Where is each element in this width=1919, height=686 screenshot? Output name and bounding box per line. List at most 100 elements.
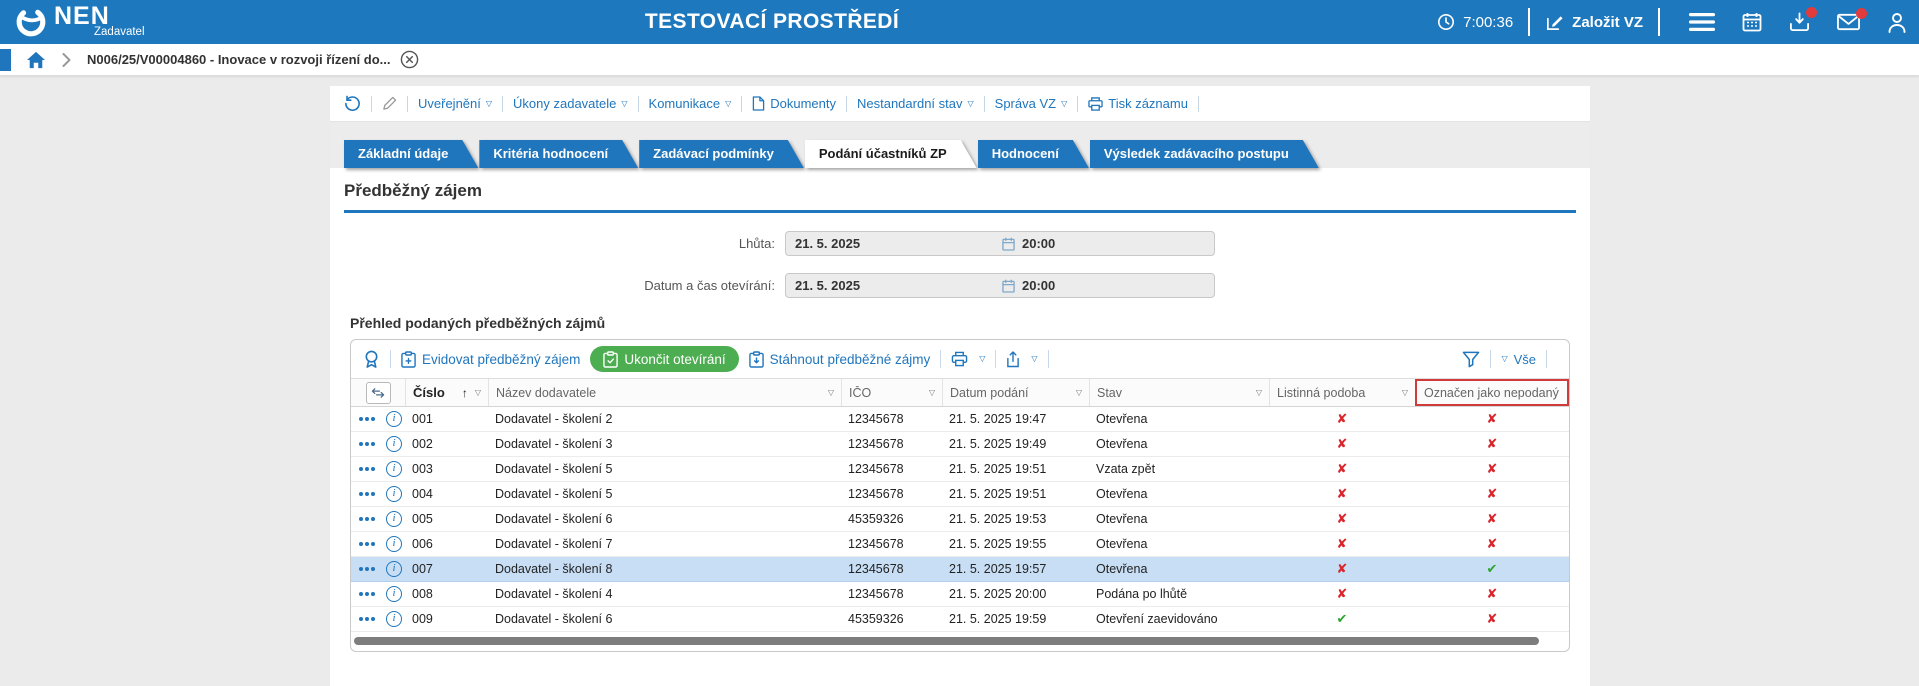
field-label: Datum a čas otevírání:	[644, 278, 775, 293]
table-row[interactable]: i 009 Dodavatel - školení 6 45359326 21.…	[351, 607, 1569, 632]
column-header[interactable]: IČO ▽	[841, 379, 942, 406]
nen-logo[interactable]: NEN Zadavatel	[14, 4, 145, 39]
cell-nazev-dodavatele: Dodavatel - školení 5	[495, 487, 613, 501]
left-edge-marker	[0, 49, 11, 71]
table-row[interactable]: i 001 Dodavatel - školení 2 12345678 21.…	[351, 407, 1569, 432]
tab[interactable]: Kritéria hodnocení	[479, 140, 638, 168]
column-header[interactable]: Číslo ↑ ▽	[405, 379, 488, 406]
actionbar-item-label: Tisk záznamu	[1108, 96, 1188, 111]
actionbar-item[interactable]: Správa VZ ▽	[995, 96, 1068, 111]
info-icon[interactable]: i	[386, 611, 402, 627]
table-row[interactable]: i 005 Dodavatel - školení 6 45359326 21.…	[351, 507, 1569, 532]
column-header-label: Stav	[1097, 385, 1123, 400]
tab[interactable]: Hodnocení	[978, 140, 1089, 168]
table-row[interactable]: i 004 Dodavatel - školení 5 12345678 21.…	[351, 482, 1569, 507]
filter-chevron-icon[interactable]: ▽	[828, 388, 834, 397]
actionbar-separator	[502, 95, 504, 112]
actionbar-item[interactable]: Uveřejnění ▽	[418, 96, 492, 111]
messages-button[interactable]	[1837, 8, 1867, 31]
print-menu-button[interactable]: ▽	[951, 351, 985, 367]
export-menu-button[interactable]: ▽	[1006, 350, 1038, 368]
row-menu-button[interactable]	[359, 517, 377, 521]
printer-icon	[1088, 96, 1103, 111]
info-icon[interactable]: i	[386, 461, 402, 477]
table-row[interactable]: i 003 Dodavatel - školení 5 12345678 21.…	[351, 457, 1569, 482]
funnel-icon	[1463, 351, 1480, 367]
actionbar-item[interactable]: Úkony zadavatele ▽	[513, 96, 628, 111]
column-header[interactable]: Stav ▽	[1089, 379, 1269, 406]
column-settings-button[interactable]	[365, 381, 391, 404]
datetime-field[interactable]: 21. 5. 2025 20:00	[785, 231, 1215, 256]
column-header[interactable]: Datum podání ▽	[942, 379, 1089, 406]
column-header[interactable]: Listinná podoba ▽	[1269, 379, 1415, 406]
download-interests-button[interactable]: Stáhnout předběžné zájmy	[748, 350, 930, 368]
filter-chevron-icon[interactable]: ▽	[929, 388, 935, 397]
create-vz-button[interactable]: Založit VZ	[1545, 13, 1643, 32]
column-header[interactable]: Označen jako nepodaný	[1415, 379, 1569, 406]
info-icon[interactable]: i	[386, 486, 402, 502]
cell-stav: Podána po lhůtě	[1096, 587, 1188, 601]
actionbar-item[interactable]: Tisk záznamu	[1088, 96, 1188, 111]
finish-opening-button[interactable]: Ukončit otevírání	[590, 346, 739, 372]
create-vz-label: Založit VZ	[1572, 13, 1643, 31]
close-record-button[interactable]	[400, 50, 419, 69]
table-row[interactable]: i 006 Dodavatel - školení 7 12345678 21.…	[351, 532, 1569, 557]
actionbar-item[interactable]: Nestandardní stav ▽	[857, 96, 974, 111]
cell-cislo: 009	[412, 612, 433, 626]
info-icon[interactable]: i	[386, 536, 402, 552]
filter-button[interactable]	[1462, 351, 1480, 368]
row-menu-button[interactable]	[359, 567, 377, 571]
actionbar-item[interactable]: Dokumenty	[752, 96, 836, 111]
award-button[interactable]	[363, 350, 380, 369]
menu-button[interactable]	[1689, 13, 1715, 31]
row-menu-button[interactable]	[359, 592, 377, 596]
cell-oznacen-jako-nepodany: ✘	[1486, 411, 1498, 426]
horizontal-scrollbar[interactable]	[354, 637, 1539, 645]
tab[interactable]: Podání účastníků ZP	[805, 140, 977, 168]
logo-text: NEN	[54, 2, 110, 30]
profile-button[interactable]	[1887, 12, 1907, 33]
topbar-separator	[1658, 8, 1660, 36]
breadcrumb-record-tab[interactable]: N006/25/V00004860 - Inovace v rozvoji ří…	[87, 52, 390, 67]
table-row[interactable]: i 007 Dodavatel - školení 8 12345678 21.…	[351, 557, 1569, 582]
table-row[interactable]: i 002 Dodavatel - školení 3 12345678 21.…	[351, 432, 1569, 457]
home-button[interactable]	[26, 51, 46, 69]
filter-chevron-icon[interactable]: ▽	[1076, 388, 1082, 397]
cell-datum-podani: 21. 5. 2025 19:59	[949, 612, 1047, 626]
row-actions-cell: i	[351, 486, 405, 502]
register-interest-button[interactable]: Evidovat předběžný zájem	[401, 350, 580, 368]
row-actions-cell: i	[351, 536, 405, 552]
info-icon[interactable]: i	[386, 561, 402, 577]
history-icon	[345, 95, 360, 112]
tab[interactable]: Výsledek zadávacího postupu	[1090, 140, 1319, 168]
info-icon[interactable]: i	[386, 436, 402, 452]
sort-ascending-icon[interactable]: ↑	[462, 386, 468, 400]
row-menu-button[interactable]	[359, 617, 377, 621]
info-icon[interactable]: i	[386, 411, 402, 427]
column-header[interactable]: Název dodavatele ▽	[488, 379, 841, 406]
history-button[interactable]	[344, 95, 361, 112]
row-menu-button[interactable]	[359, 492, 377, 496]
row-menu-button[interactable]	[359, 442, 377, 446]
info-icon[interactable]: i	[386, 586, 402, 602]
edit-record-button[interactable]	[382, 96, 397, 111]
datetime-field[interactable]: 21. 5. 2025 20:00	[785, 273, 1215, 298]
cell-ico: 12345678	[848, 462, 904, 476]
filter-chevron-icon[interactable]: ▽	[475, 388, 481, 397]
tab[interactable]: Základní údaje	[344, 140, 478, 168]
view-all-filter[interactable]: ▽ Vše	[1501, 352, 1536, 367]
filter-chevron-icon[interactable]: ▽	[1402, 388, 1408, 397]
row-menu-button[interactable]	[359, 467, 377, 471]
inbox-button[interactable]	[1789, 7, 1817, 32]
tab[interactable]: Zadávací podmínky	[639, 140, 804, 168]
actionbar-separator	[845, 95, 847, 112]
info-icon[interactable]: i	[386, 511, 402, 527]
actionbar-separator	[407, 95, 408, 112]
filter-chevron-icon[interactable]: ▽	[1256, 388, 1262, 397]
table-row[interactable]: i 008 Dodavatel - školení 4 12345678 21.…	[351, 582, 1569, 607]
row-menu-button[interactable]	[359, 417, 377, 421]
cell-cislo: 004	[412, 487, 433, 501]
row-menu-button[interactable]	[359, 542, 377, 546]
calendar-button[interactable]	[1742, 12, 1762, 32]
actionbar-item[interactable]: Komunikace ▽	[649, 96, 732, 111]
